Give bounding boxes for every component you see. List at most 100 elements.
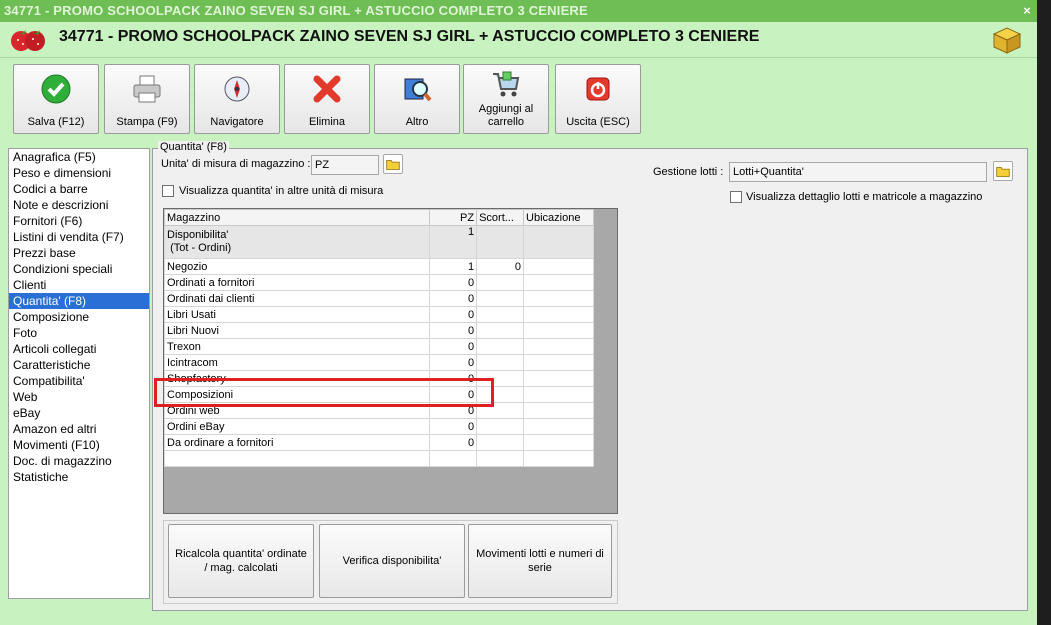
table-row[interactable]: Ordinati dai clienti 0 [163,290,594,307]
table-row[interactable]: Libri Usati 0 [163,306,594,323]
table-cell-scorta[interactable] [476,322,525,339]
delete-button[interactable]: Elimina [284,64,370,134]
sidebar-item-fornitori[interactable]: Fornitori (F6) [9,213,149,229]
page-title: 34771 - PROMO SCHOOLPACK ZAINO SEVEN SJ … [59,28,760,45]
sidebar-item-articoli[interactable]: Articoli collegati [9,341,149,357]
show-other-units-label: Visualizza quantita' in altre unità di m… [179,185,384,197]
table-cell-ubicazione [523,274,594,291]
table-row[interactable]: Icintracom 0 [163,354,594,371]
show-lot-detail-checkbox[interactable] [730,191,742,203]
table-cell-name: Negozio [163,258,431,275]
table-cell-ubicazione[interactable] [523,258,594,275]
sidebar-item-foto[interactable]: Foto [9,325,149,341]
window-titlebar[interactable]: 34771 - PROMO SCHOOLPACK ZAINO SEVEN SJ … [0,0,1037,22]
table-row[interactable]: Da ordinare a fornitori 0 [163,434,594,451]
show-other-units-checkbox[interactable] [162,185,174,197]
sidebar-item-ebay[interactable]: eBay [9,405,149,421]
sidebar-item-doc[interactable]: Doc. di magazzino [9,453,149,469]
app-window: 34771 - PROMO SCHOOLPACK ZAINO SEVEN SJ … [0,0,1037,625]
sidebar-item-note[interactable]: Note e descrizioni [9,197,149,213]
table-cell-scorta[interactable] [476,418,525,435]
sidebar-item-compatibilita[interactable]: Compatibilita' [9,373,149,389]
cart-icon [493,71,520,97]
table-cell-scorta[interactable] [476,338,525,355]
sidebar-item-condizioni[interactable]: Condizioni speciali [9,261,149,277]
sidebar-item-clienti[interactable]: Clienti [9,277,149,293]
lots-label: Gestione lotti : [653,166,724,178]
sidebar-item-listini[interactable]: Listini di vendita (F7) [9,229,149,245]
table-cell-scorta [476,225,525,259]
navigator-button[interactable]: Navigatore [194,64,280,134]
warehouse-grid: Magazzino PZ Scort... Ubicazione Disponi… [163,208,618,514]
exit-button-label: Uscita (ESC) [566,116,630,128]
table-cell-ubicazione[interactable] [523,338,594,355]
lot-movements-button[interactable]: Movimenti lotti e numeri di serie [468,524,612,598]
table-row[interactable]: Ordinati a fornitori 0 [163,274,594,291]
table-cell-ubicazione[interactable] [523,418,594,435]
sidebar-item-codici[interactable]: Codici a barre [9,181,149,197]
table-cell-ubicazione[interactable] [523,434,594,451]
cell-name-subtext: (Tot - Ordini) [170,242,232,254]
table-cell-name: Libri Usati [163,306,431,323]
close-icon[interactable]: × [1023,0,1031,22]
table-cell-ubicazione[interactable] [523,370,594,387]
add-to-cart-label: Aggiungi al carrello [478,103,534,128]
folder-icon[interactable] [383,154,403,174]
printer-icon [133,75,161,103]
table-cell-scorta[interactable] [476,354,525,371]
table-cell-ubicazione[interactable] [523,306,594,323]
sidebar-item-quantita[interactable]: Quantita' (F8) [9,293,149,309]
column-header-pz[interactable]: PZ [429,209,478,226]
verify-button[interactable]: Verifica disponibilita' [319,524,465,598]
sidebar-item-movimenti[interactable]: Movimenti (F10) [9,437,149,453]
search-book-icon [404,78,432,102]
exit-button[interactable]: Uscita (ESC) [555,64,641,134]
table-row[interactable]: Ordini eBay 0 [163,418,594,435]
table-cell-name: Trexon [163,338,431,355]
sidebar-item-amazon[interactable]: Amazon ed altri [9,421,149,437]
folder-icon[interactable] [993,161,1013,181]
unit-field[interactable]: PZ [311,155,379,175]
save-button[interactable]: Salva (F12) [13,64,99,134]
print-button-label: Stampa (F9) [116,116,178,128]
table-cell-ubicazione[interactable] [523,386,594,403]
sidebar-item-peso[interactable]: Peso e dimensioni [9,165,149,181]
show-lot-detail-label: Visualizza dettaglio lotti e matricole a… [746,191,983,203]
table-row[interactable]: Libri Nuovi 0 [163,322,594,339]
recalc-button[interactable]: Ricalcola quantita' ordinate / mag. calc… [168,524,314,598]
table-row[interactable]: Disponibilita' (Tot - Ordini) 1 [163,225,594,259]
column-header-magazzino[interactable]: Magazzino [163,209,431,226]
sidebar-item-composizione[interactable]: Composizione [9,309,149,325]
column-header-scorta[interactable]: Scort... [476,209,525,226]
table-cell-ubicazione[interactable] [523,402,594,419]
table-row[interactable]: Trexon 0 [163,338,594,355]
sidebar-item-web[interactable]: Web [9,389,149,405]
sidebar-item-caratteristiche[interactable]: Caratteristiche [9,357,149,373]
table-cell-scorta[interactable] [476,434,525,451]
column-header-ubicazione[interactable]: Ubicazione [523,209,594,226]
table-cell-scorta [476,274,525,291]
table-row-empty[interactable] [163,450,594,467]
add-to-cart-button[interactable]: Aggiungi al carrello [463,64,549,134]
table-cell-scorta[interactable]: 0 [476,258,525,275]
lots-field[interactable]: Lotti+Quantita' [729,162,987,182]
unit-label: Unita' di misura di magazzino : [161,158,311,170]
table-cell-pz: 1 [429,258,478,275]
sidebar-item-anagrafica[interactable]: Anagrafica (F5) [9,149,149,165]
table-cell-pz: 0 [429,338,478,355]
cell-name-text: Disponibilita' [167,229,229,241]
table-cell-pz: 0 [429,434,478,451]
table-row[interactable]: Negozio 1 0 [163,258,594,275]
table-cell-ubicazione[interactable] [523,354,594,371]
sidebar-item-statistiche[interactable]: Statistiche [9,469,149,485]
table-cell-pz: 0 [429,322,478,339]
more-button[interactable]: Altro [374,64,460,134]
table-cell-ubicazione[interactable] [523,322,594,339]
table-cell-scorta[interactable] [476,306,525,323]
table-cell-empty [523,450,594,467]
navigator-button-label: Navigatore [210,116,264,128]
print-button[interactable]: Stampa (F9) [104,64,190,134]
package-box-icon [992,27,1022,54]
sidebar-item-prezzi[interactable]: Prezzi base [9,245,149,261]
table-cell-ubicazione [523,225,594,259]
